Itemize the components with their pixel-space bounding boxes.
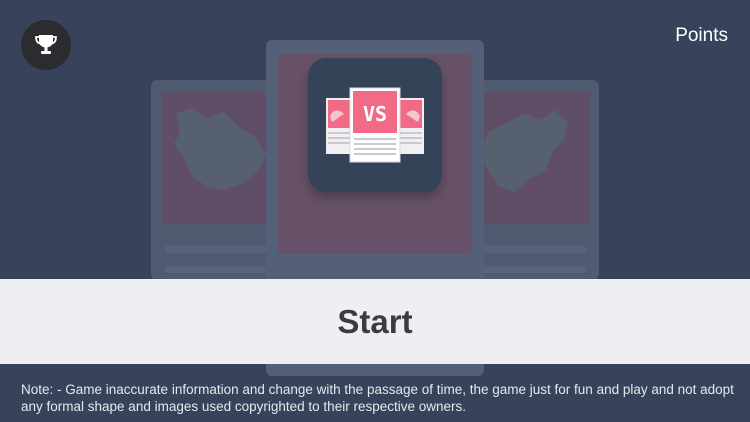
trophy-button[interactable] — [21, 20, 71, 70]
card-art-right — [468, 92, 590, 224]
points-link[interactable]: Points — [675, 25, 728, 47]
card-text-line — [474, 246, 586, 253]
background-card-right — [468, 80, 599, 280]
background-card-left — [151, 80, 282, 280]
disclaimer-note: Note: - Game inaccurate information and … — [21, 382, 734, 414]
map-silhouette-left — [174, 108, 266, 190]
card-text-line — [165, 266, 280, 273]
vs-text: VS — [363, 102, 387, 126]
card-text-line — [165, 246, 280, 253]
card-art-left — [162, 92, 282, 224]
trophy-icon — [35, 35, 57, 54]
vs-logo: VS — [308, 58, 442, 192]
start-label: Start — [337, 302, 413, 340]
start-button[interactable]: Start — [0, 279, 750, 364]
vs-cards-icon: VS — [326, 87, 424, 163]
map-silhouette-right — [480, 110, 568, 192]
card-text-line — [474, 266, 586, 273]
